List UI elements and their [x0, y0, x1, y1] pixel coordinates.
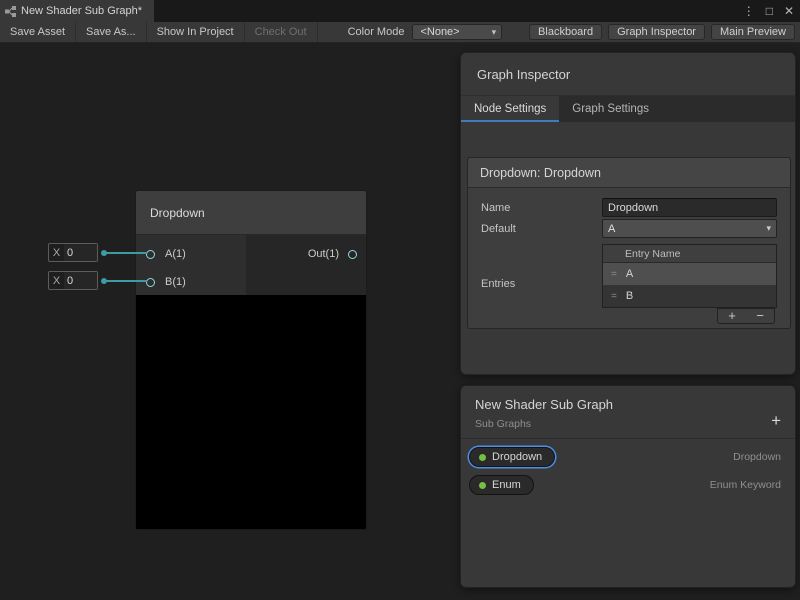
port-input-a-value[interactable]: 0: [64, 244, 97, 261]
default-field-label: Default: [481, 223, 516, 235]
graph-inspector-toggle-button[interactable]: Graph Inspector: [608, 24, 705, 40]
blackboard-item-enum[interactable]: Enum: [469, 475, 534, 495]
more-icon[interactable]: ⋮: [743, 4, 755, 18]
blackboard-panel: New Shader Sub Graph Sub Graphs + Dropdo…: [460, 385, 796, 588]
main-preview-toggle-button[interactable]: Main Preview: [711, 24, 795, 40]
maximize-icon[interactable]: □: [766, 4, 773, 18]
port-input-b[interactable]: X 0: [48, 271, 98, 290]
port-a-label: A(1): [165, 248, 186, 261]
document-tab[interactable]: New Shader Sub Graph*: [0, 0, 154, 22]
port-input-b-axis-label: X: [49, 275, 64, 287]
port-input-a[interactable]: X 0: [48, 243, 98, 262]
window-controls: ⋮ □ ✕: [743, 0, 794, 22]
add-entry-button[interactable]: +: [728, 309, 736, 323]
entry-row[interactable]: = B: [603, 285, 776, 307]
entry-row-label: B: [626, 290, 633, 302]
blackboard-row: Enum Enum Keyword: [469, 474, 781, 496]
tab-node-settings[interactable]: Node Settings: [461, 96, 559, 122]
blackboard-header: New Shader Sub Graph Sub Graphs +: [461, 386, 795, 439]
node-output-column: [246, 235, 366, 295]
section-title: Dropdown: Dropdown: [468, 158, 790, 188]
graph-inspector-title: Graph Inspector: [461, 53, 795, 95]
name-field[interactable]: Dropdown: [602, 198, 777, 217]
show-in-project-button[interactable]: Show In Project: [147, 22, 245, 42]
default-dropdown[interactable]: A ▾: [602, 219, 777, 238]
node-header[interactable]: Dropdown: [135, 190, 367, 235]
document-tab-label: New Shader Sub Graph*: [21, 5, 142, 17]
shadergraph-icon: [5, 6, 16, 17]
entries-field-label: Entries: [481, 278, 515, 290]
blackboard-title: New Shader Sub Graph: [475, 397, 781, 412]
node-body: A(1) B(1) Out(1): [135, 235, 367, 295]
edge-b: [103, 280, 147, 282]
node-preview: [135, 295, 367, 530]
node-title: Dropdown: [150, 206, 205, 220]
blackboard-subtitle: Sub Graphs: [475, 418, 781, 430]
title-bar: New Shader Sub Graph* ⋮ □ ✕: [0, 0, 800, 22]
remove-entry-button[interactable]: −: [756, 309, 764, 323]
blackboard-item-label: Dropdown: [492, 451, 542, 463]
keyword-color-dot-icon: [479, 454, 486, 461]
blackboard-toggle-button[interactable]: Blackboard: [529, 24, 602, 40]
inspector-tab-bar: Node Settings Graph Settings: [461, 95, 795, 122]
node-settings-section: Dropdown: Dropdown Name Dropdown Default…: [467, 157, 791, 329]
default-dropdown-value: A: [608, 223, 615, 235]
toolbar-right: Blackboard Graph Inspector Main Preview: [529, 22, 800, 42]
blackboard-item-dropdown[interactable]: Dropdown: [469, 447, 555, 467]
blackboard-item-label: Enum: [492, 479, 521, 491]
port-a-icon[interactable]: [146, 250, 155, 259]
port-input-a-axis-label: X: [49, 247, 64, 259]
color-mode-value: <None>: [420, 26, 459, 38]
drag-handle-icon[interactable]: =: [611, 291, 617, 302]
entries-list: Entry Name = A = B: [602, 244, 777, 308]
color-mode-label: Color Mode: [318, 22, 413, 42]
tab-graph-settings[interactable]: Graph Settings: [559, 96, 662, 122]
chevron-down-icon: ▾: [766, 223, 771, 234]
close-icon[interactable]: ✕: [784, 4, 794, 18]
entry-row-label: A: [626, 268, 633, 280]
port-out-label: Out(1): [308, 248, 339, 261]
dropdown-node[interactable]: Dropdown A(1) B(1) Out(1): [135, 190, 367, 530]
name-field-label: Name: [481, 202, 510, 214]
port-input-b-value[interactable]: 0: [64, 272, 97, 289]
blackboard-row: Dropdown Dropdown: [469, 446, 781, 468]
add-property-button[interactable]: +: [771, 412, 781, 429]
entries-list-header: Entry Name: [603, 245, 776, 263]
chevron-down-icon: ▾: [492, 27, 497, 38]
keyword-color-dot-icon: [479, 482, 486, 489]
graph-inspector-panel: Graph Inspector Node Settings Graph Sett…: [460, 52, 796, 375]
blackboard-item-type: Enum Keyword: [710, 479, 781, 491]
blackboard-item-type: Dropdown: [733, 451, 781, 463]
port-b-label: B(1): [165, 276, 186, 289]
entries-list-footer: + −: [717, 308, 775, 324]
port-out-icon[interactable]: [348, 250, 357, 259]
toolbar: Save Asset Save As... Show In Project Ch…: [0, 22, 800, 43]
drag-handle-icon[interactable]: =: [611, 269, 617, 280]
port-b-icon[interactable]: [146, 278, 155, 287]
edge-a: [103, 252, 147, 254]
save-asset-button[interactable]: Save Asset: [0, 22, 76, 42]
check-out-button: Check Out: [245, 22, 318, 42]
entry-row[interactable]: = A: [603, 263, 776, 285]
color-mode-dropdown[interactable]: <None> ▾: [412, 24, 502, 40]
save-as-button[interactable]: Save As...: [76, 22, 147, 42]
